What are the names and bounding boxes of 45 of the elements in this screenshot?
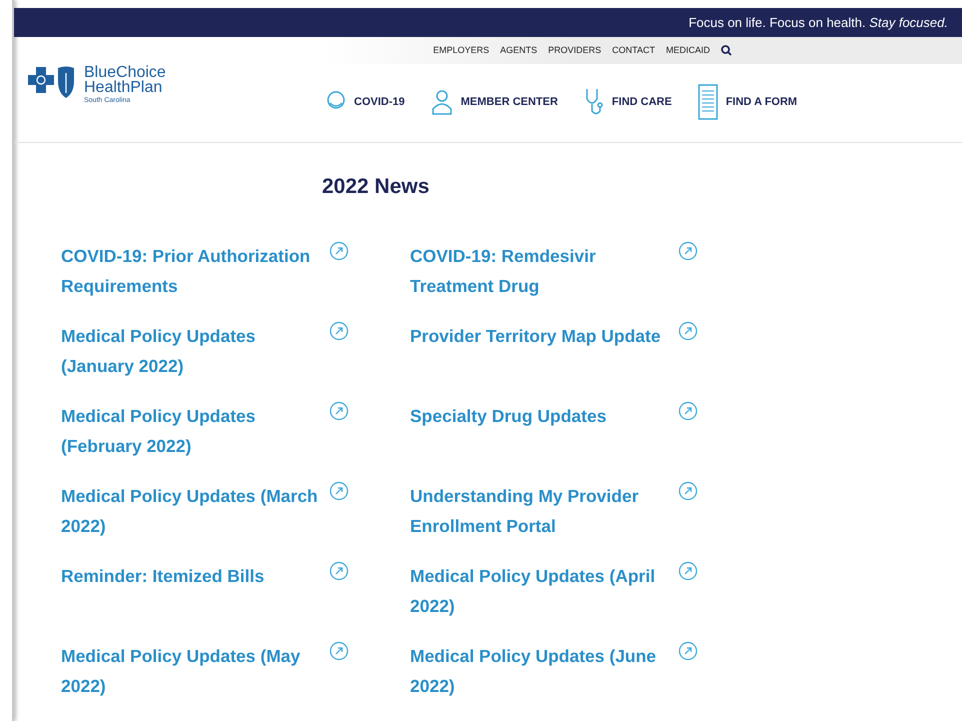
utility-link[interactable]: EMPLOYERS bbox=[433, 45, 490, 56]
news-link[interactable]: Medical Policy Updates (May 2022) bbox=[61, 641, 323, 701]
external-link-icon[interactable] bbox=[678, 481, 698, 501]
logo-name: HealthPlan bbox=[84, 80, 164, 95]
news-link[interactable]: Understanding My Provider Enrollment Portal bbox=[410, 481, 672, 541]
external-link-icon[interactable] bbox=[678, 241, 698, 261]
external-link-icon[interactable] bbox=[329, 481, 349, 501]
utility-link[interactable]: AGENTS bbox=[500, 45, 538, 56]
external-link-icon[interactable] bbox=[329, 561, 349, 581]
main-nav-link[interactable]: FIND CARE bbox=[584, 86, 672, 117]
main-nav-link[interactable]: COVID-19 bbox=[326, 90, 405, 114]
utility-link[interactable]: CONTACT bbox=[612, 45, 655, 56]
stethoscope-icon bbox=[584, 86, 604, 117]
nav-label: COVID-19 bbox=[354, 96, 405, 108]
news-link[interactable]: Medical Policy Updates (April 2022) bbox=[410, 561, 672, 621]
external-link-icon[interactable] bbox=[329, 641, 349, 661]
external-link-icon[interactable] bbox=[329, 321, 349, 341]
news-link[interactable]: Reminder: Itemized Bills bbox=[61, 561, 323, 591]
main-nav-link[interactable]: FIND A FORM bbox=[698, 84, 798, 120]
external-link-icon[interactable] bbox=[678, 641, 698, 661]
external-link-icon[interactable] bbox=[329, 401, 349, 421]
document-icon bbox=[698, 84, 718, 120]
news-link[interactable]: Medical Policy Updates (February 2022) bbox=[61, 401, 323, 461]
search-icon[interactable] bbox=[721, 44, 732, 56]
nav-label: FIND CARE bbox=[612, 96, 672, 108]
external-link-icon[interactable] bbox=[678, 561, 698, 581]
external-link-icon[interactable] bbox=[329, 241, 349, 261]
external-link-icon[interactable] bbox=[678, 321, 698, 341]
person-icon bbox=[430, 88, 453, 115]
news-link[interactable]: Specialty Drug Updates bbox=[410, 401, 672, 431]
logo-name: BlueChoice bbox=[84, 64, 166, 80]
news-link[interactable]: COVID-19: Prior Authorization Requirements bbox=[61, 241, 323, 301]
news-link[interactable]: Medical Policy Updates (January 2022) bbox=[61, 321, 323, 381]
utility-link[interactable]: PROVIDERS bbox=[548, 45, 602, 56]
external-link-icon[interactable] bbox=[678, 401, 698, 421]
tagline: Focus on life. Focus on health. Stay focused. bbox=[688, 14, 948, 30]
news-link[interactable]: Medical Policy Updates (March 2022) bbox=[61, 481, 323, 541]
nav-label: FIND A FORM bbox=[726, 96, 798, 108]
nav-label: MEMBER CENTER bbox=[460, 96, 558, 108]
news-link[interactable]: Provider Territory Map Update bbox=[410, 321, 672, 351]
news-title: 2022 News bbox=[322, 175, 430, 199]
main-nav-link[interactable]: MEMBER CENTER bbox=[430, 88, 558, 115]
news-link[interactable]: Medical Policy Updates (June 2022) bbox=[410, 641, 672, 701]
news-link[interactable]: COVID-19: Remdesivir Treatment Drug bbox=[410, 241, 672, 301]
utility-link[interactable]: MEDICAID bbox=[666, 45, 710, 56]
